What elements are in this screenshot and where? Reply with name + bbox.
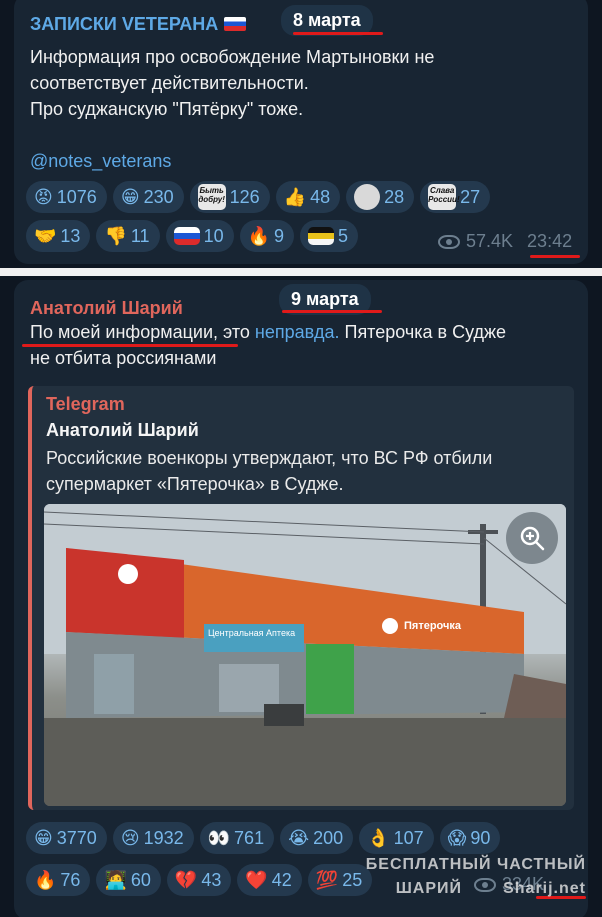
ok-hand-icon: 👌 [367,828,390,848]
zoom-in-icon [520,526,545,551]
reaction-sobbing[interactable]: 😭 200 [280,822,354,854]
crying-face-icon: 😢 [120,828,140,848]
slava-rossii-sticker-icon: Слава России! [428,184,460,210]
reaction-scream[interactable]: 😱 90 [439,822,501,854]
reactions-row: 😡 1076 😁 230 Быть добру! 126 👍 48 28 Слава Р… [26,181,491,213]
zoom-button[interactable] [506,512,558,564]
reaction-crying[interactable]: 😢 1932 [112,822,194,854]
technologist-icon: 🧑‍💻 [104,870,127,890]
reaction-eyes[interactable]: 👀 761 [199,822,275,854]
annotation-underline [282,310,382,313]
inline-link[interactable]: неправда. [255,322,340,342]
reactions-row: 🔥 76 🧑‍💻 60 💔 43 ❤️ 42 💯 25 [26,864,373,896]
reaction-grin[interactable]: 😁 230 [112,181,184,213]
red-heart-icon: ❤️ [245,870,268,890]
store-sign-apteka: Центральная Аптека [208,628,296,638]
imperial-flag-icon [308,227,335,245]
reactions-row: 😁 3770 😢 1932 👀 761 😭 200 👌 107 😱 90 [26,822,501,854]
reactions-row: 🤝 13 👎 11 10 🔥 9 5 [26,220,359,252]
store-photo[interactable]: Пятерочка Центральная Аптека [44,504,566,806]
russia-flag-icon [224,17,247,31]
grin-face-icon: 😁 [120,187,140,207]
reaction-hundred[interactable]: 💯 25 [307,864,373,896]
quote-text: супермаркет «Пятерочка» в Судже. [46,474,344,494]
annotation-underline [22,344,238,347]
message-meta: 57.4K 23:42 [438,231,572,252]
channel-name[interactable]: ЗАПИСКИ VETЕРАНА [30,14,247,35]
message-bubble: ЗАПИСКИ VETЕРАНА Информация про освобожд… [14,0,588,264]
fire-icon: 🔥 [34,870,57,890]
skull-sticker-icon [354,184,381,210]
message-text: Про суджанскую "Пятёрку" тоже. [30,99,304,119]
reaction-grin[interactable]: 😁 3770 [26,822,107,854]
broken-heart-icon: 💔 [174,870,198,890]
russia-flag-icon [173,227,200,245]
store-sign-pyaterochka: Пятерочка [404,620,462,632]
reaction-slava-rossii[interactable]: Слава России! 27 [420,181,491,213]
quote-author: Анатолий Шарий [46,420,199,440]
watermark-site: Sharij.net [503,880,586,897]
handshake-icon: 🤝 [34,226,57,246]
channel-name[interactable]: Анатолий Шарий [30,298,183,319]
message-bubble: Анатолий Шарий По моей информации, это н… [14,280,588,917]
annotation-underline [293,32,383,35]
reaction-ok-hand[interactable]: 👌 107 [359,822,434,854]
message-text: соответствует действительности. [30,73,309,93]
angry-face-icon: 😡 [34,187,53,207]
grin-face-icon: 😁 [34,828,53,848]
reaction-skull[interactable]: 28 [346,181,415,213]
reaction-technologist[interactable]: 🧑‍💻 60 [96,864,161,896]
reaction-thumbs-down[interactable]: 👎 11 [96,220,160,252]
thumbs-up-icon: 👍 [283,187,307,207]
message-text: По моей информации, это неправда. Пятеро… [30,322,507,342]
channel-handle-link[interactable]: @notes_veterans [30,151,171,172]
post-1: ЗАПИСКИ VETЕРАНА Информация про освобожд… [0,0,602,268]
reaction-thumbs-up[interactable]: 👍 48 [275,181,341,213]
message-text: Информация про освобождение Мартыновки н… [30,47,435,67]
post-2: Анатолий Шарий По моей информации, это н… [0,276,602,917]
reaction-broken-heart[interactable]: 💔 43 [166,864,232,896]
fire-icon: 🔥 [247,226,271,246]
forwarded-quote[interactable]: Telegram Анатолий Шарий Российские военк… [28,386,574,810]
watermark: ШАРИЙ [395,880,462,897]
eyes-icon: 👀 [207,828,231,848]
annotation-underline [530,255,580,258]
hundred-points-icon: 💯 [315,870,339,890]
quote-text: Российские военкоры утверждают, что ВС Р… [46,448,493,468]
eye-icon [438,234,460,249]
reaction-russia-flag[interactable]: 10 [165,220,234,252]
eye-icon [474,877,496,892]
scream-face-icon: 😱 [447,828,467,848]
view-count: 57.4K [466,231,514,251]
reaction-imperial-flag[interactable]: 5 [300,220,359,252]
reaction-angry[interactable]: 😡 1076 [26,181,107,213]
message-text: не отбита россиянами [30,348,217,368]
reaction-byt-dobru[interactable]: Быть добру! 126 [189,181,270,213]
reaction-heart[interactable]: ❤️ 42 [237,864,302,896]
message-time: 23:42 [527,231,573,251]
quote-source: Telegram [46,394,125,414]
watermark: БЕСПЛАТНЫЙ ЧАСТНЫЙ [365,856,586,873]
sobbing-face-icon: 😭 [288,828,310,848]
reaction-fire[interactable]: 🔥 76 [26,864,91,896]
reaction-handshake[interactable]: 🤝 13 [26,220,91,252]
byt-dobru-sticker-icon: Быть добру! [197,184,226,210]
separator [0,268,602,276]
reaction-fire[interactable]: 🔥 9 [239,220,295,252]
photo-illustration [44,504,566,806]
thumbs-down-icon: 👎 [104,226,127,246]
